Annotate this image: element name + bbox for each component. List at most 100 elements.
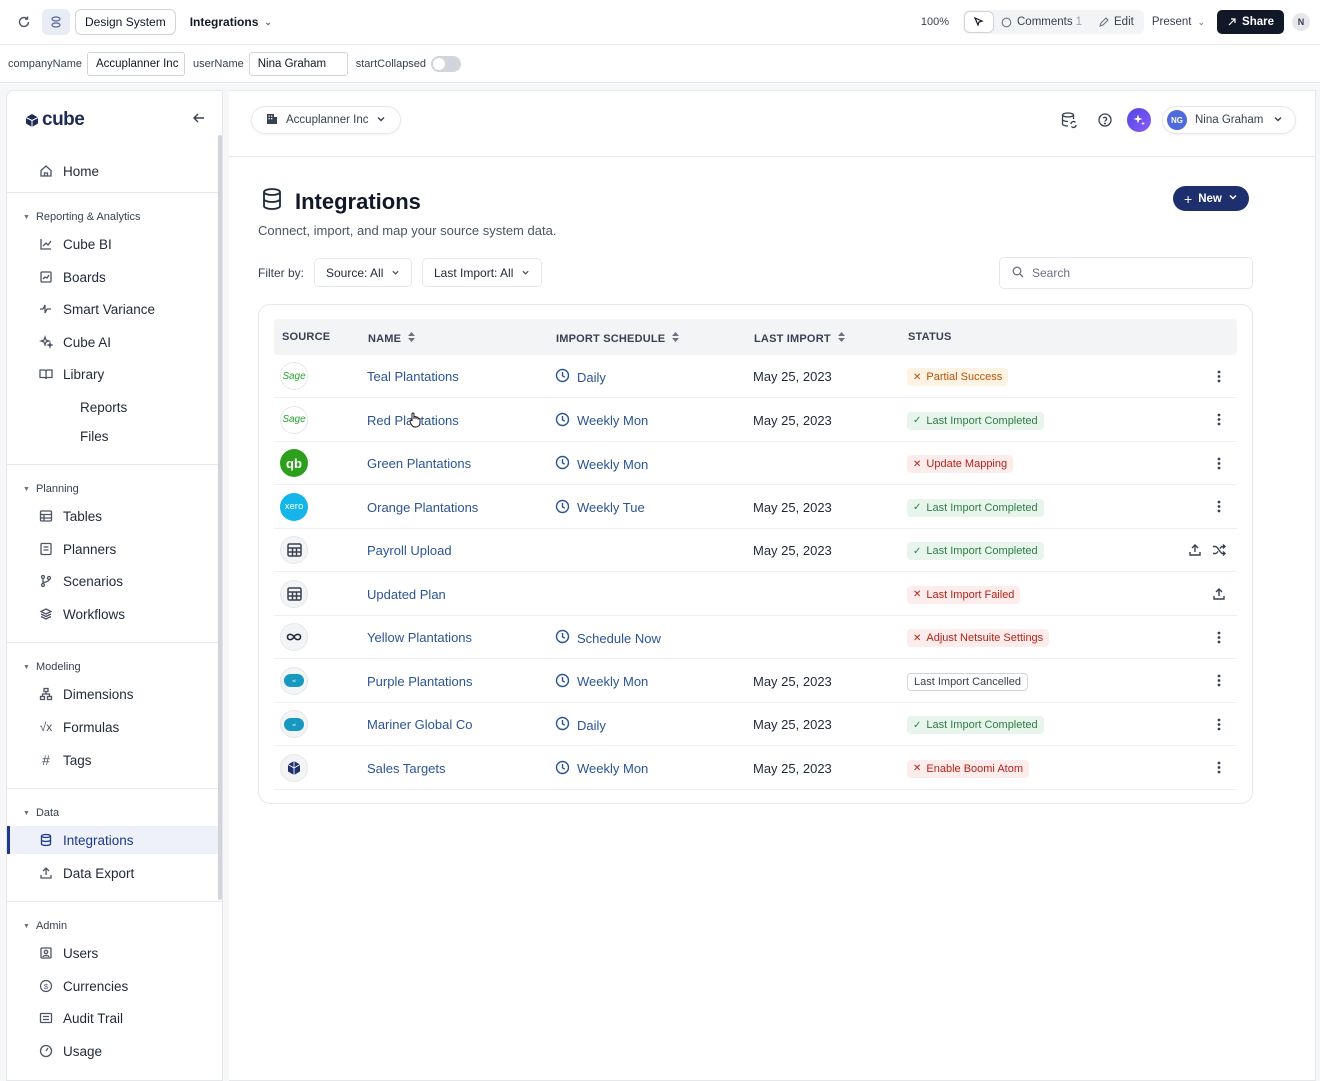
sidebar-item-library[interactable]: Library (7, 360, 222, 388)
avatar[interactable]: N (1292, 13, 1310, 31)
table-row[interactable]: Yellow Plantations Schedule Now ✕ Adjust Ne… (274, 616, 1237, 659)
boomi-logo (280, 753, 308, 782)
search-input[interactable]: Search (999, 257, 1253, 289)
table-row[interactable]: sf Purple Plantations Weekly Mon May 25, 20… (274, 660, 1237, 703)
schedule-link[interactable]: Weekly Mon (555, 673, 648, 691)
start-collapsed-toggle[interactable] (431, 55, 462, 72)
sidebar-item-tables[interactable]: Tables (7, 502, 222, 530)
more-options-icon[interactable] (1211, 673, 1227, 689)
new-button[interactable]: + New (1173, 186, 1249, 211)
company-selector[interactable]: Accuplanner Inc (251, 106, 402, 134)
more-options-icon[interactable] (1211, 760, 1227, 776)
table-row[interactable]: Payroll Upload May 25, 2023 ✓ Last Import C… (274, 529, 1237, 572)
collapse-sidebar-button[interactable] (192, 111, 206, 130)
more-options-icon[interactable] (1211, 368, 1227, 384)
schedule-link[interactable]: Daily (555, 716, 606, 734)
sidebar-item-cube-ai[interactable]: Cube AI (7, 328, 222, 356)
integration-name-link[interactable]: Yellow Plantations (367, 630, 472, 645)
source-filter[interactable]: Source: All (314, 258, 413, 287)
integration-name-link[interactable]: Purple Plantations (367, 674, 473, 689)
shuffle-icon[interactable] (1211, 542, 1227, 558)
column-header-name[interactable]: NAME (368, 331, 416, 346)
table-row[interactable]: qb Green Plantations Weekly Mon ✕ Update Map… (274, 442, 1237, 485)
sidebar-item-data-export[interactable]: Data Export (7, 859, 222, 887)
user-menu[interactable]: NG Nina Graham (1162, 106, 1297, 134)
more-options-icon[interactable] (1211, 499, 1227, 515)
schedule-link[interactable]: Weekly Mon (555, 760, 648, 778)
sidebar-item-currencies[interactable]: $ Currencies (7, 972, 222, 1000)
last-import-filter[interactable]: Last Import: All (422, 258, 543, 287)
section-reporting[interactable]: ▼ Reporting & Analytics (23, 211, 141, 223)
sidebar-item-usage[interactable]: Usage (7, 1037, 222, 1065)
schedule-link[interactable]: Weekly Mon (555, 412, 648, 430)
upload-icon[interactable] (1211, 586, 1227, 602)
sidebar-item-scenarios[interactable]: Scenarios (7, 567, 222, 595)
table-row[interactable]: sf Mariner Global Co Daily May 25, 2023 ✓ Las… (274, 703, 1237, 746)
status-badge[interactable]: ✕ Last Import Failed (907, 585, 1021, 604)
integration-name-link[interactable]: Orange Plantations (367, 500, 478, 515)
integration-name-link[interactable]: Sales Targets (367, 761, 446, 776)
column-label: STATUS (908, 331, 952, 343)
status-badge[interactable]: ✕ Enable Boomi Atom (907, 759, 1030, 778)
database-sync-icon[interactable] (1059, 110, 1079, 130)
section-modeling[interactable]: ▼ Modeling (23, 661, 81, 673)
status-badge[interactable]: ✕ Update Mapping (907, 455, 1014, 473)
sidebar-item-dimensions[interactable]: Dimensions (7, 680, 222, 708)
share-button[interactable]: Share (1217, 10, 1284, 34)
tab-design-system[interactable]: Design System (75, 9, 176, 35)
help-icon[interactable] (1095, 110, 1115, 130)
sidebar-item-reports[interactable]: Reports (7, 393, 222, 421)
divider (7, 901, 222, 902)
schedule-link[interactable]: Daily (555, 368, 606, 386)
integration-name-link[interactable]: Payroll Upload (367, 543, 452, 558)
table-row[interactable]: Updated Plan ✕ Last Import Failed (274, 573, 1237, 616)
sidebar-item-files[interactable]: Files (7, 422, 222, 450)
zoom-level[interactable]: 100% (921, 16, 949, 28)
tab-integrations[interactable]: Integrations ⌄ (181, 9, 281, 35)
table-row[interactable]: xero Orange Plantations Weekly Tue May 25, … (274, 486, 1237, 529)
edit-button[interactable]: Edit (1090, 12, 1142, 32)
sidebar-item-smart-variance[interactable]: Smart Variance (7, 295, 222, 323)
schedule-link[interactable]: Weekly Tue (555, 499, 645, 517)
sidebar-scrollbar[interactable] (218, 135, 222, 900)
sidebar-item-integrations[interactable]: Integrations (7, 826, 222, 854)
sidebar-item-cube-bi[interactable]: Cube BI (7, 230, 222, 258)
sidebar-item-formulas[interactable]: √x Formulas (7, 713, 222, 741)
sidebar-item-audit-trail[interactable]: Audit Trail (7, 1004, 222, 1032)
integration-name-link[interactable]: Green Plantations (367, 456, 471, 471)
more-options-icon[interactable] (1211, 455, 1227, 471)
sidebar-item-users[interactable]: Users (7, 939, 222, 967)
user-name-field[interactable]: Nina Graham (248, 51, 348, 76)
column-header-last-import[interactable]: LAST IMPORT (754, 331, 846, 346)
integration-name-link[interactable]: Updated Plan (367, 587, 446, 602)
more-options-icon[interactable] (1211, 412, 1227, 428)
section-data[interactable]: ▼ Data (23, 807, 59, 819)
company-name-field[interactable]: Accuplanner Inc (86, 51, 185, 76)
more-options-icon[interactable] (1211, 716, 1227, 732)
section-planning[interactable]: ▼ Planning (23, 483, 79, 495)
sidebar-item-boards[interactable]: Boards (7, 263, 222, 291)
schedule-link[interactable]: Schedule Now (555, 629, 661, 647)
integration-name-link[interactable]: Mariner Global Co (367, 717, 473, 732)
sidebar-item-tags[interactable]: # Tags (7, 746, 222, 774)
column-header-schedule[interactable]: IMPORT SCHEDULE (556, 331, 680, 346)
schedule-link[interactable]: Weekly Mon (555, 455, 648, 473)
present-button[interactable]: Present ⌄ (1152, 16, 1205, 28)
status-label: Last Import Completed (926, 719, 1038, 731)
comments-button[interactable]: Comments 1 (993, 12, 1090, 32)
section-admin[interactable]: ▼ Admin (23, 920, 67, 932)
components-icon[interactable] (42, 9, 70, 35)
select-tool-button[interactable] (965, 12, 993, 32)
table-row[interactable]: Sales Targets Weekly Mon May 25, 2023 ✕ Enab… (274, 747, 1237, 790)
table-row[interactable]: Sage Teal Plantations Daily May 25, 2023 ✕ Pa… (274, 355, 1237, 398)
sidebar-item-home[interactable]: Home (7, 157, 222, 185)
ai-assistant-button[interactable] (1127, 108, 1151, 132)
more-options-icon[interactable] (1211, 629, 1227, 645)
sidebar-item-planners[interactable]: Planners (7, 535, 222, 563)
integration-name-link[interactable]: Teal Plantations (367, 369, 459, 384)
sidebar-item-workflows[interactable]: Workflows (7, 600, 222, 628)
status-badge[interactable]: ✕ Adjust Netsuite Settings (907, 629, 1050, 647)
refresh-icon[interactable] (10, 9, 38, 35)
upload-icon[interactable] (1187, 542, 1203, 558)
cube-logo[interactable]: cube (25, 109, 85, 131)
